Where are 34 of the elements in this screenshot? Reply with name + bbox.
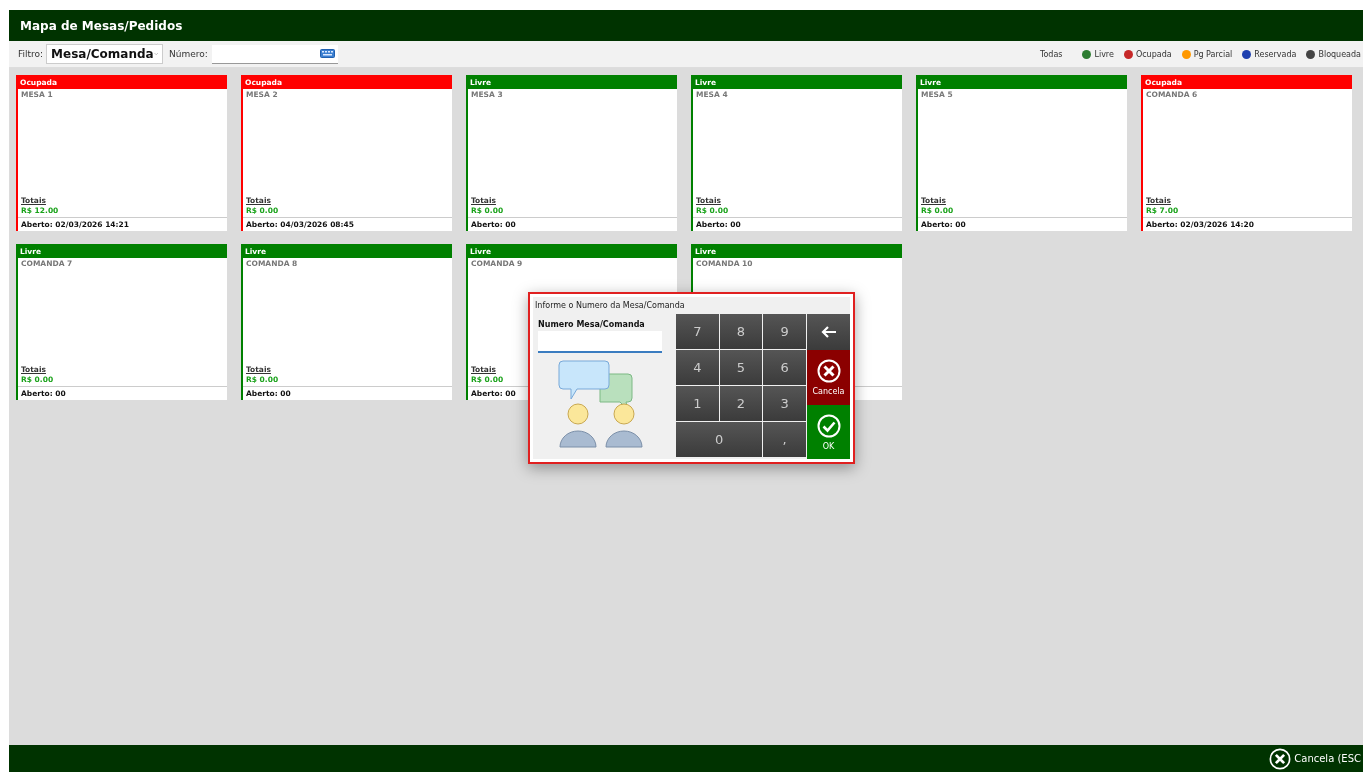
left-arrow-icon bbox=[820, 326, 837, 338]
keyboard-icon[interactable] bbox=[319, 49, 335, 58]
number-field[interactable] bbox=[211, 44, 338, 64]
checkmark-icon bbox=[816, 413, 841, 438]
legend-label[interactable]: Livre bbox=[1094, 49, 1114, 59]
keypad-key[interactable]: 3 bbox=[763, 386, 806, 421]
close-icon bbox=[1269, 747, 1292, 770]
keypad-key[interactable]: , bbox=[763, 422, 806, 457]
number-input-field[interactable] bbox=[538, 331, 662, 353]
window-title: Mapa de Mesas/Pedidos bbox=[20, 18, 183, 33]
keypad-key[interactable]: 5 bbox=[719, 350, 763, 385]
filter-label: Filtro: bbox=[18, 49, 44, 59]
number-label: Número: bbox=[169, 49, 208, 59]
cancel-button[interactable]: Cancela bbox=[807, 350, 850, 405]
keypad-key[interactable]: 0 bbox=[676, 422, 763, 457]
legend-label[interactable]: Bloqueada bbox=[1318, 49, 1361, 59]
keypad-key[interactable]: 2 bbox=[719, 386, 763, 421]
keypad-key[interactable]: 4 bbox=[676, 350, 719, 385]
ok-button[interactable]: OK bbox=[807, 405, 850, 459]
chevron-down-icon bbox=[153, 51, 159, 57]
keypad-key[interactable]: 9 bbox=[763, 314, 806, 349]
keypad-key[interactable]: 7 bbox=[676, 314, 719, 349]
legend-label[interactable]: Reservada bbox=[1254, 49, 1297, 59]
backspace-button[interactable] bbox=[807, 314, 850, 350]
cancel-esc-button[interactable]: Cancela (ESC bbox=[1269, 747, 1363, 770]
keypad-key[interactable]: 6 bbox=[763, 350, 806, 385]
field-label: Numero Mesa/Comanda bbox=[538, 320, 646, 329]
keypad-key[interactable]: 8 bbox=[719, 314, 763, 349]
filter-dropdown[interactable]: Mesa/Comanda bbox=[46, 44, 164, 64]
legend-all-filter[interactable]: Todas bbox=[1039, 49, 1063, 59]
close-icon bbox=[816, 359, 841, 383]
legend-label[interactable]: Ocupada bbox=[1135, 49, 1172, 59]
legend-label[interactable]: Pg Parcial bbox=[1193, 49, 1233, 59]
keypad-key[interactable]: 1 bbox=[676, 386, 719, 421]
